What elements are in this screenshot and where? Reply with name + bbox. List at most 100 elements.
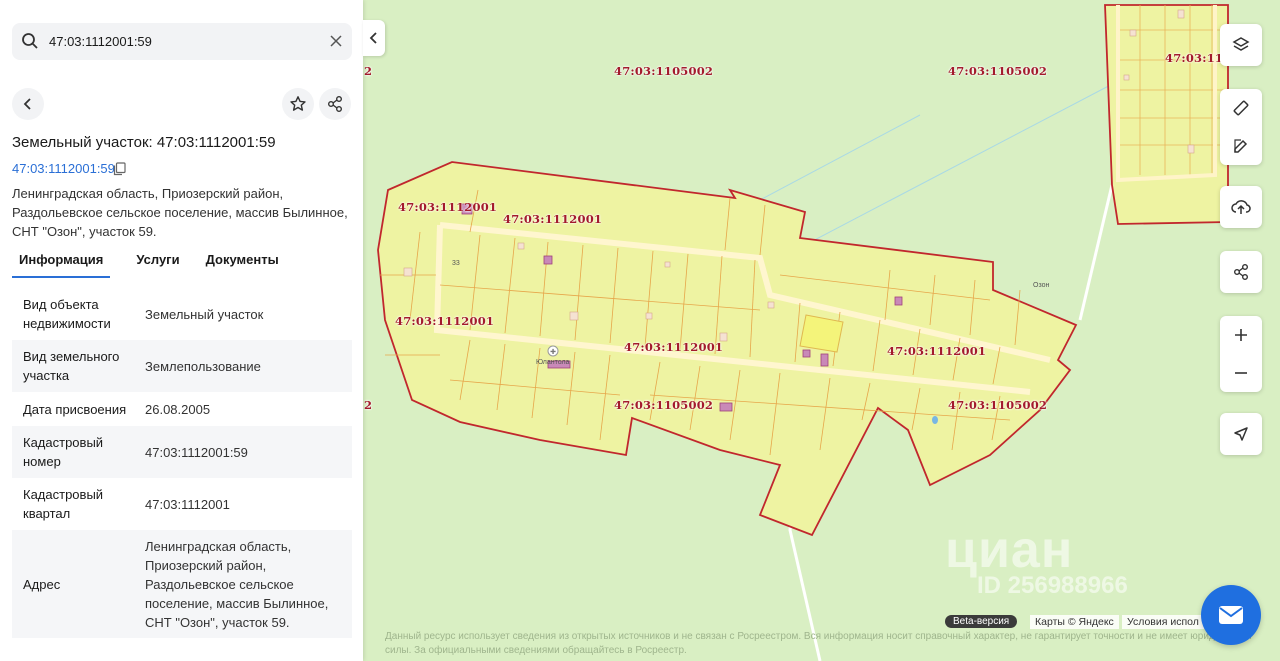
copy-icon[interactable] [113, 162, 126, 176]
tab-documents[interactable]: Документы [206, 250, 279, 278]
info-row: Кадастровый квартал 47:03:1112001 [12, 478, 352, 530]
place-label: Озон [1033, 282, 1050, 289]
info-key: Кадастровый квартал [23, 487, 104, 521]
svg-text:✚: ✚ [550, 348, 556, 356]
edit-icon [1234, 139, 1248, 153]
watermark-logo: циан [945, 521, 1074, 579]
tab-bar: Информация Услуги Документы [12, 250, 305, 278]
building [820, 353, 829, 367]
cadastral-number-link[interactable]: 47:03:1112001:59 [12, 161, 115, 176]
map-road [1078, 184, 1114, 321]
star-icon [290, 96, 306, 111]
beta-badge: Beta-версия [945, 615, 1018, 628]
close-icon[interactable] [326, 31, 346, 51]
cadastral-quarter-label: 47:03:1105002 [614, 398, 714, 412]
tab-services[interactable]: Услуги [136, 250, 179, 278]
locate-me-button[interactable] [1220, 413, 1262, 455]
collapse-panel-button[interactable] [363, 20, 385, 56]
address-line: Ленинградская область, Приозерский район… [12, 186, 284, 201]
info-key: Вид земельного участка [23, 349, 120, 383]
info-key: Кадастровый номер [23, 435, 104, 469]
navigation-arrow-icon [1234, 427, 1248, 441]
layers-button[interactable] [1220, 24, 1262, 66]
cadastral-quarter-label: 2 [364, 64, 373, 78]
place-label: Юлантола [536, 359, 570, 366]
search-icon [22, 33, 38, 49]
building [894, 296, 903, 306]
place-label: 33 [452, 260, 460, 267]
cadastral-quarter-label: 47:03:1105002 [948, 398, 1048, 412]
zoom-out-button[interactable] [1220, 354, 1262, 392]
address-line: Раздольевское сельское поселение, массив… [12, 205, 348, 220]
parcel-boundary [1104, 4, 1229, 225]
favorite-button[interactable] [282, 88, 314, 120]
share-icon [1234, 264, 1248, 280]
info-table: Вид объекта недвижимости Земельный участо… [12, 288, 352, 638]
upload-button[interactable] [1220, 186, 1262, 228]
zoom-in-button[interactable] [1220, 316, 1262, 354]
building [543, 255, 553, 265]
info-value: 47:03:1112001 [145, 496, 230, 512]
watermark: циан ID 256988966 [945, 520, 1128, 599]
share-icon [328, 96, 342, 112]
cadastral-quarter-label: 47:03:11 [1165, 51, 1224, 65]
info-value: Ленинградская область, Приозерский район… [145, 538, 329, 630]
building [719, 402, 733, 412]
info-key: Вид объекта недвижимости [23, 297, 111, 331]
cadastral-quarter-label: 2 [364, 398, 373, 412]
info-key: Дата присвоения [23, 401, 127, 417]
cloud-upload-icon [1231, 200, 1251, 214]
info-value: 26.08.2005 [145, 401, 211, 417]
mail-icon [1219, 606, 1243, 624]
share-control [1220, 251, 1262, 293]
water-icon [932, 416, 938, 424]
selected-parcel[interactable] [799, 314, 844, 353]
info-value: Землепользование [145, 358, 261, 374]
chevron-left-icon [23, 98, 31, 110]
watermark-id: ID 256988966 [977, 572, 1128, 599]
cadastral-quarter-label: 47:03:1105002 [948, 64, 1048, 78]
ruler-button[interactable] [1220, 89, 1262, 127]
info-row: Адрес Ленинградская область, Приозерский… [12, 530, 352, 638]
info-value: Земельный участок [145, 306, 264, 322]
cadastral-quarter-label: 47:03:1112001 [887, 344, 987, 358]
info-panel: 47:03:1112001:59 Земельный участок: 47:0… [0, 0, 363, 661]
info-key: Адрес [23, 576, 61, 592]
minus-icon [1235, 372, 1247, 374]
layers-control[interactable] [1220, 24, 1262, 66]
map-copyright[interactable]: Карты © Яндекс [1030, 615, 1119, 629]
cadastral-quarter-label: 47:03:1112001 [503, 212, 603, 226]
search-input[interactable]: 47:03:1112001:59 [49, 34, 152, 49]
layers-icon [1232, 37, 1250, 51]
map-terms-link[interactable]: Условия испол [1122, 615, 1204, 629]
info-value: 47:03:1112001:59 [145, 444, 248, 460]
info-row: Дата присвоения 26.08.2005 [12, 392, 352, 426]
location-control [1220, 413, 1262, 455]
edit-button[interactable] [1220, 127, 1262, 165]
mail-button[interactable] [1201, 585, 1261, 645]
address-line: СНТ "Озон", участок 59. [12, 224, 157, 239]
search-bar[interactable]: 47:03:1112001:59 [12, 23, 352, 60]
map-disclaimer: Данный ресурс использует сведения из отк… [385, 631, 1252, 656]
upload-control [1220, 186, 1262, 228]
cadastral-quarter-label: 47:03:1112001 [624, 340, 724, 354]
cadastral-quarter-label: 47:03:1112001 [395, 314, 495, 328]
info-row: Вид земельного участка Землепользование [12, 340, 352, 392]
info-row: Кадастровый номер 47:03:1112001:59 [12, 426, 352, 478]
map-share-button[interactable] [1220, 251, 1262, 293]
map-line [759, 114, 921, 201]
info-row: Вид объекта недвижимости Земельный участо… [12, 288, 352, 340]
cadastral-quarter-label: 47:03:1105002 [614, 64, 714, 78]
page-title: Земельный участок: 47:03:1112001:59 [12, 134, 276, 151]
tools-control [1220, 89, 1262, 165]
share-button[interactable] [319, 88, 351, 120]
chevron-left-icon [369, 32, 377, 44]
building [802, 349, 811, 358]
object-address: Ленинградская область, Приозерский район… [12, 184, 352, 241]
ruler-icon [1233, 100, 1249, 116]
cadastral-quarter-label: 47:03:1112001 [398, 200, 498, 214]
tab-information[interactable]: Информация [12, 250, 111, 278]
plus-icon [1235, 329, 1247, 341]
back-button[interactable] [12, 88, 44, 120]
zoom-control [1220, 316, 1262, 392]
